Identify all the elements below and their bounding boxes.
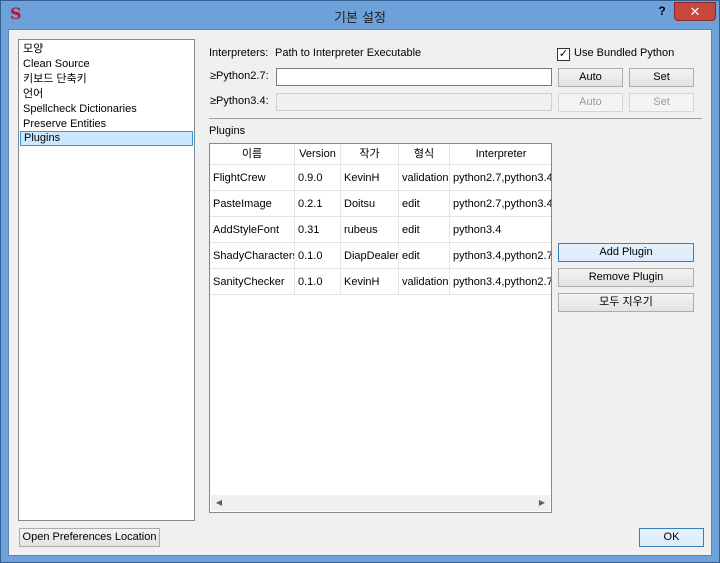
table-cell-type[interactable]: edit [399, 243, 450, 269]
table-cell-name[interactable]: FlightCrew [210, 165, 295, 191]
interpreter-path-heading: Path to Interpreter Executable [275, 47, 422, 59]
table-cell-name[interactable]: PasteImage [210, 191, 295, 217]
table-cell-version[interactable]: 0.9.0 [295, 165, 341, 191]
plugins-table[interactable]: 이름 Version 작가 형식 Interpreter FlightCrew … [209, 143, 552, 513]
table-cell-author[interactable]: rubeus [341, 217, 399, 243]
table-cell-type[interactable]: validation [399, 269, 450, 295]
sidebar-item-preserve-entities[interactable]: Preserve Entities [20, 117, 193, 132]
arrow-right-icon[interactable]: ▶ [534, 495, 550, 511]
table-cell-name[interactable]: ShadyCharacters [210, 243, 295, 269]
use-bundled-python-label[interactable]: Use Bundled Python [574, 47, 674, 59]
column-header-name[interactable]: 이름 [210, 144, 295, 165]
preferences-category-list[interactable]: 모양 Clean Source 키보드 단축키 언어 Spellcheck Di… [18, 39, 195, 521]
table-cell-author[interactable]: KevinH [341, 269, 399, 295]
section-divider [209, 118, 702, 119]
table-cell-name[interactable]: AddStyleFont [210, 217, 295, 243]
preferences-window: S 기본 설정 ? ✕ 모양 Clean Source 키보드 단축키 언어 S… [0, 0, 720, 563]
table-cell-interpreter[interactable]: python3.4,python2.7 [450, 243, 551, 269]
table-cell-type[interactable]: edit [399, 191, 450, 217]
python34-label: ≥Python3.4: [210, 95, 269, 107]
remove-plugin-button[interactable]: Remove Plugin [558, 268, 694, 287]
table-cell-version[interactable]: 0.31 [295, 217, 341, 243]
python34-set-button[interactable]: Set [629, 93, 694, 112]
dialog-body: 모양 Clean Source 키보드 단축키 언어 Spellcheck Di… [8, 29, 712, 556]
use-bundled-python-checkbox[interactable]: ✓ [557, 48, 570, 61]
ok-button[interactable]: OK [639, 528, 704, 547]
table-cell-interpreter[interactable]: python2.7,python3.4 [450, 191, 551, 217]
help-button[interactable]: ? [653, 4, 671, 20]
column-header-author[interactable]: 작가 [341, 144, 399, 165]
table-cell-interpreter[interactable]: python3.4 [450, 217, 551, 243]
column-header-type[interactable]: 형식 [399, 144, 450, 165]
sidebar-item-clean-source[interactable]: Clean Source [20, 57, 193, 72]
table-cell-interpreter[interactable]: python3.4,python2.7 [450, 269, 551, 295]
python27-label: ≥Python2.7: [210, 70, 269, 82]
table-cell-author[interactable]: Doitsu [341, 191, 399, 217]
python27-path-input[interactable] [276, 68, 552, 86]
python27-set-button[interactable]: Set [629, 68, 694, 87]
remove-all-plugins-button[interactable]: 모두 지우기 [558, 293, 694, 312]
close-icon: ✕ [689, 4, 701, 19]
horizontal-scrollbar[interactable]: ◀ ▶ [211, 495, 550, 511]
python27-auto-button[interactable]: Auto [558, 68, 623, 87]
table-cell-author[interactable]: DiapDealer [341, 243, 399, 269]
table-cell-version[interactable]: 0.1.0 [295, 243, 341, 269]
column-header-interpreter[interactable]: Interpreter [450, 144, 551, 165]
open-preferences-location-button[interactable]: Open Preferences Location [19, 528, 160, 547]
table-cell-name[interactable]: SanityChecker [210, 269, 295, 295]
window-title: 기본 설정 [334, 11, 386, 26]
interpreters-heading: Interpreters: [209, 47, 269, 59]
plugins-heading: Plugins [209, 125, 246, 137]
add-plugin-button[interactable]: Add Plugin [558, 243, 694, 262]
table-cell-type[interactable]: edit [399, 217, 450, 243]
column-header-version[interactable]: Version [295, 144, 341, 165]
sidebar-item-plugins[interactable]: Plugins [20, 131, 193, 146]
sidebar-item-appearance[interactable]: 모양 [20, 42, 193, 57]
title-bar[interactable]: S 기본 설정 ? ✕ [1, 1, 719, 28]
table-cell-author[interactable]: KevinH [341, 165, 399, 191]
table-cell-version[interactable]: 0.2.1 [295, 191, 341, 217]
python34-auto-button[interactable]: Auto [558, 93, 623, 112]
sidebar-item-language[interactable]: 언어 [20, 87, 193, 102]
close-button[interactable]: ✕ [674, 2, 716, 21]
table-cell-interpreter[interactable]: python2.7,python3.4 [450, 165, 551, 191]
sidebar-item-spellcheck-dictionaries[interactable]: Spellcheck Dictionaries [20, 102, 193, 117]
table-cell-type[interactable]: validation [399, 165, 450, 191]
table-cell-version[interactable]: 0.1.0 [295, 269, 341, 295]
python34-path-input[interactable] [276, 93, 552, 111]
arrow-left-icon[interactable]: ◀ [211, 495, 227, 511]
sidebar-item-keyboard-shortcuts[interactable]: 키보드 단축키 [20, 72, 193, 87]
